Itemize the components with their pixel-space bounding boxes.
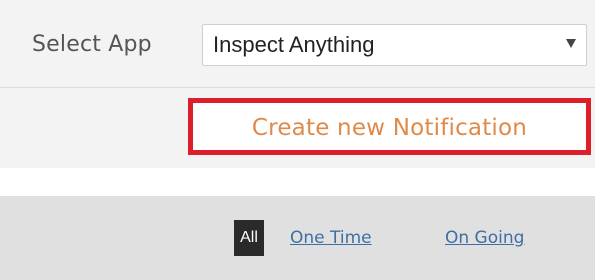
select-app-label: Select App — [32, 32, 152, 57]
create-notification-label: Create new Notification — [251, 115, 528, 141]
app-settings-panel: Select App Inspect Anything Create new N… — [0, 0, 595, 168]
app-select-value: Inspect Anything — [213, 32, 375, 57]
notification-filter-bar: All One Time On Going — [0, 196, 595, 280]
select-app-row: Select App Inspect Anything — [0, 0, 595, 88]
filter-all-tab[interactable]: All — [234, 220, 264, 256]
caret-down-icon — [566, 39, 576, 48]
filter-one-time-link[interactable]: One Time — [290, 227, 372, 249]
app-select-dropdown[interactable]: Inspect Anything — [202, 24, 587, 66]
filter-on-going-link[interactable]: On Going — [445, 227, 524, 249]
create-notification-button[interactable]: Create new Notification — [188, 98, 591, 155]
